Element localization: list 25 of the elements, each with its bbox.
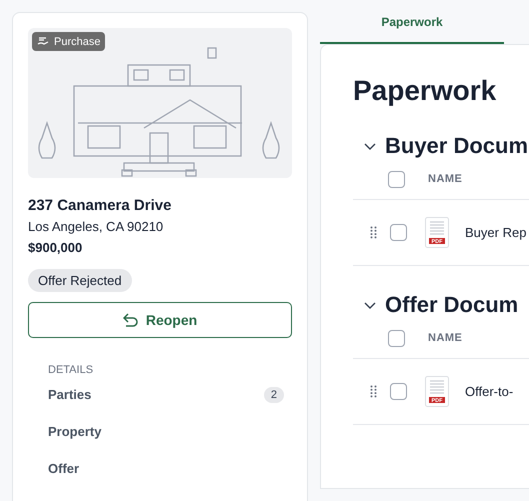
page-title: Paperwork xyxy=(353,75,498,107)
undo-icon xyxy=(122,313,138,327)
column-header: NAME xyxy=(428,332,462,344)
purchase-tag: Purchase xyxy=(32,32,106,51)
price: $900,000 xyxy=(28,240,84,255)
column-header: NAME xyxy=(428,173,462,185)
section-title: Offer Docum xyxy=(385,292,518,318)
checkbox[interactable] xyxy=(388,330,405,346)
details-heading: DETAILS xyxy=(48,364,94,376)
checkbox[interactable] xyxy=(388,170,405,188)
drag-handle-icon[interactable] xyxy=(370,385,377,398)
reopen-button[interactable]: Reopen xyxy=(28,302,292,338)
section-title: Buyer Docum xyxy=(385,133,528,159)
details-link[interactable]: Offer xyxy=(48,461,80,476)
city: Los Angeles, CA 90210 xyxy=(28,219,164,234)
drag-handle-icon[interactable] xyxy=(370,226,377,239)
checkbox[interactable] xyxy=(390,383,407,400)
status-badge: Offer Rejected xyxy=(28,269,132,292)
address: 237 Canamera Drive xyxy=(28,197,172,214)
count-badge: 2 xyxy=(264,386,284,402)
details-link[interactable]: Parties xyxy=(48,387,92,402)
checkbox[interactable] xyxy=(390,224,407,241)
file-name[interactable]: Offer-to- xyxy=(465,384,514,399)
file-name[interactable]: Buyer Rep xyxy=(465,225,526,240)
details-link[interactable]: Property xyxy=(48,424,102,439)
